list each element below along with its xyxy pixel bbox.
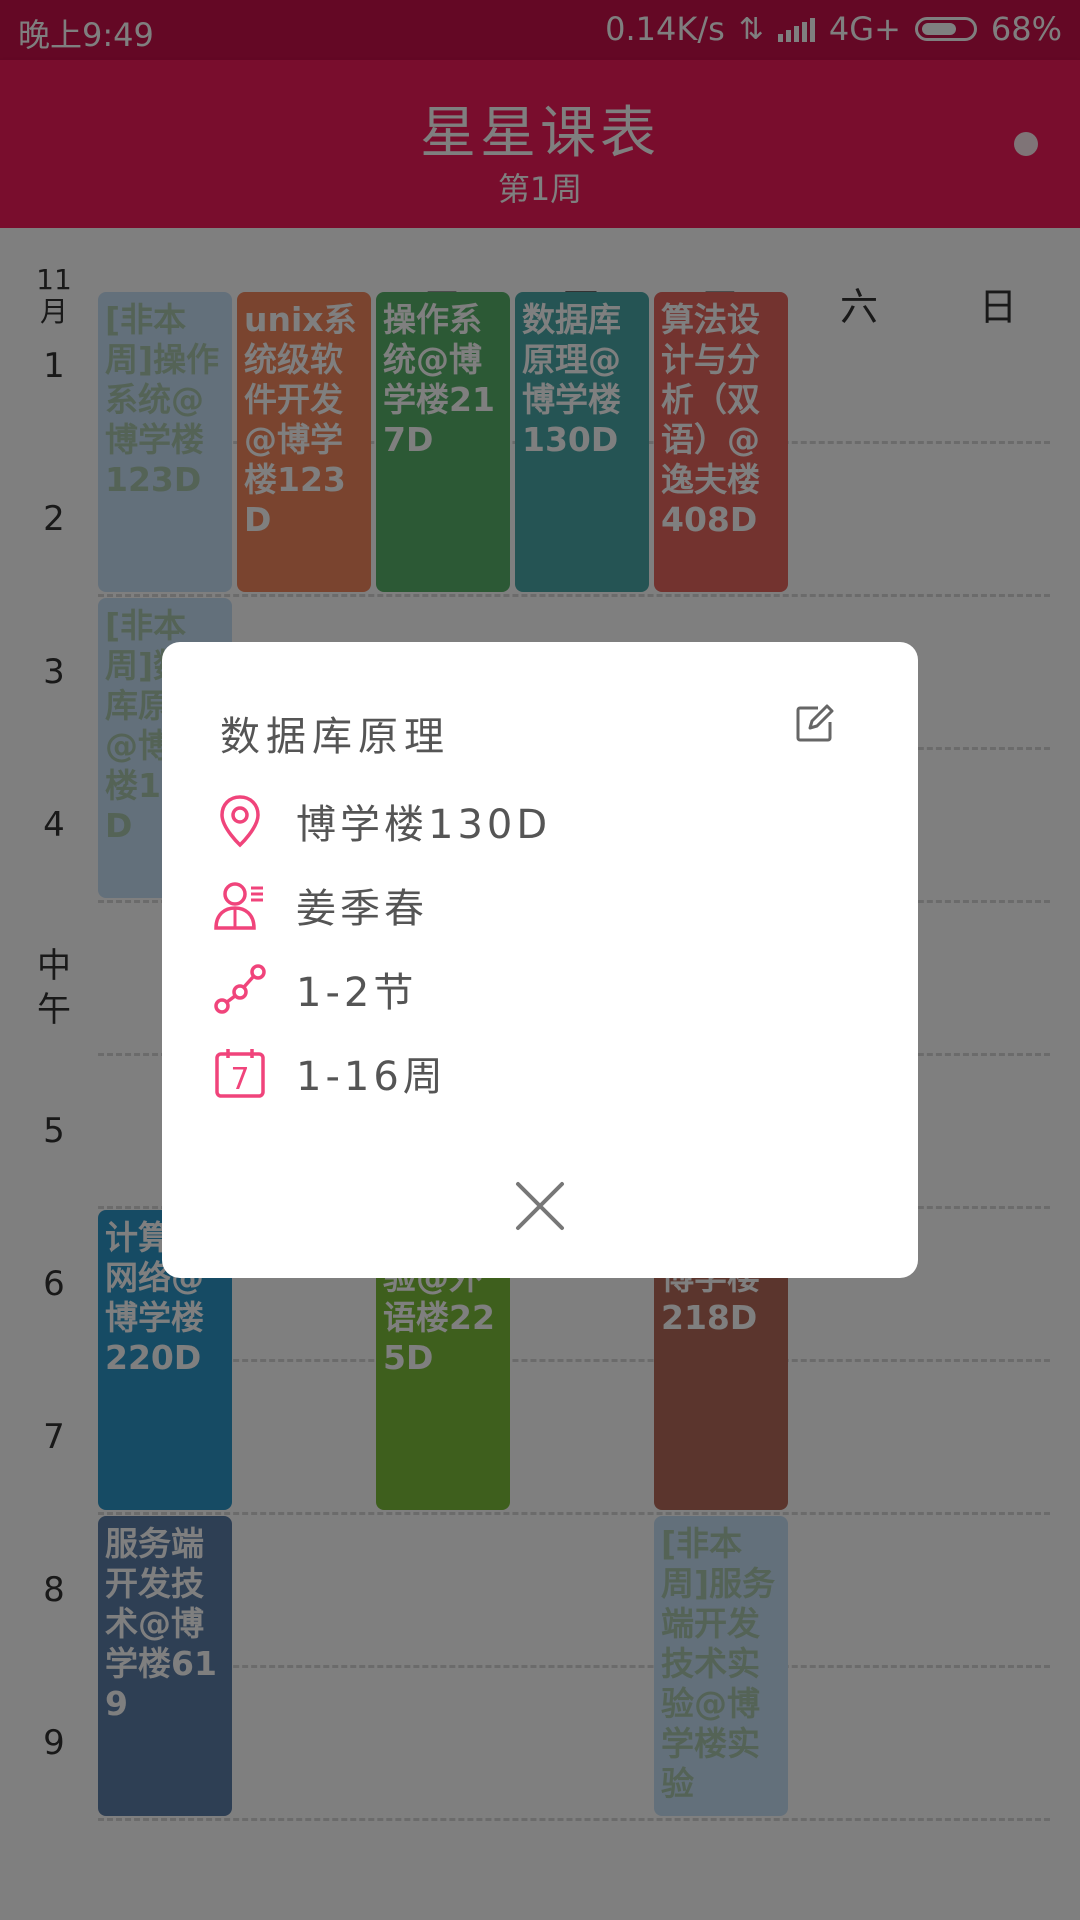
course-detail-dialog: 数据库原理 博学楼130D 姜季春 1-2节 7 1-16周: [162, 642, 918, 1278]
calendar-digit: 7: [230, 1062, 249, 1097]
location-text: 博学楼130D: [296, 802, 552, 848]
calendar-icon: 7: [212, 1045, 268, 1101]
periods-icon: [212, 961, 268, 1017]
teacher-icon: [212, 877, 268, 933]
edit-icon[interactable]: [794, 704, 834, 744]
teacher-row: 姜季春: [212, 876, 428, 934]
weeks-row: 7 1-16周: [212, 1044, 447, 1102]
location-pin-icon: [212, 793, 268, 849]
periods-row: 1-2节: [212, 960, 417, 1018]
weeks-text: 1-16周: [296, 1054, 447, 1100]
close-icon[interactable]: [514, 1180, 566, 1232]
teacher-text: 姜季春: [296, 886, 428, 932]
location-row: 博学楼130D: [212, 792, 551, 850]
periods-text: 1-2节: [296, 970, 418, 1016]
course-name: 数据库原理: [220, 714, 450, 760]
